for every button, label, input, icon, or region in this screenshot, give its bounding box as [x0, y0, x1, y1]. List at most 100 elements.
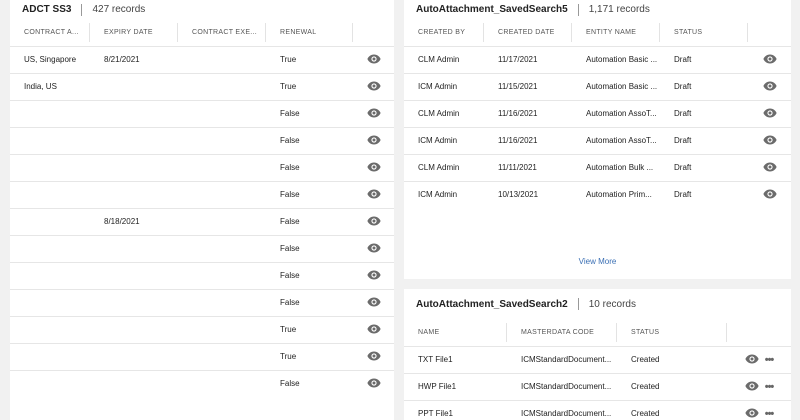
saved-search-panel-autoattachment-2: AutoAttachment_SavedSearch2 10 records N… [404, 289, 791, 420]
table-row[interactable]: False [10, 180, 394, 208]
header-divider [577, 3, 579, 16]
table-cell: PPT File1 [404, 399, 507, 420]
column-header[interactable]: CONTRACT A... [10, 19, 90, 46]
eye-icon[interactable] [745, 381, 759, 393]
eye-icon[interactable] [366, 108, 381, 120]
table-row[interactable]: False [10, 99, 394, 127]
more-horizontal-icon[interactable]: ••• [765, 354, 775, 366]
eye-icon[interactable] [762, 108, 777, 120]
table-cell [178, 99, 266, 127]
table-row[interactable]: ICM Admin 11/15/2021 Automation Basic ... D… [404, 72, 791, 100]
table-cell: False [266, 99, 353, 127]
table-row[interactable]: True [10, 315, 394, 343]
eye-icon[interactable] [366, 216, 381, 228]
table-cell [10, 342, 90, 370]
eye-icon[interactable] [366, 162, 381, 174]
table-cell: CLM Admin [404, 99, 484, 127]
table-row[interactable]: CLM Admin 11/11/2021 Automation Bulk ... Dr… [404, 153, 791, 181]
row-actions [353, 234, 394, 262]
table-cell: Automation Bulk ... [572, 153, 660, 181]
column-header[interactable]: STATUS [660, 19, 748, 46]
table-cell: India, US [10, 72, 90, 100]
column-header-label: STATUS [674, 28, 703, 36]
column-header[interactable]: RENEWAL [266, 19, 353, 46]
column-header[interactable]: CONTRACT EXE... [178, 19, 266, 46]
table-row[interactable]: CLM Admin 11/17/2021 Automation Basic ... D… [404, 45, 791, 73]
table-row[interactable]: False [10, 261, 394, 289]
table-cell [10, 153, 90, 181]
eye-icon[interactable] [366, 135, 381, 147]
eye-icon[interactable] [366, 81, 381, 93]
column-header[interactable]: MASTERDATA CODE [507, 319, 617, 346]
column-header[interactable]: CREATED BY [404, 19, 484, 46]
table-cell [90, 153, 178, 181]
column-header[interactable]: ENTITY NAME [572, 19, 660, 46]
eye-icon[interactable] [366, 297, 381, 309]
table-row[interactable]: False [10, 288, 394, 316]
table-cell [178, 315, 266, 343]
table-cell: 11/16/2021 [484, 126, 572, 154]
row-actions [353, 342, 394, 370]
eye-icon[interactable] [366, 54, 381, 66]
eye-icon[interactable] [745, 408, 759, 420]
table-row[interactable]: ICM Admin 10/13/2021 Automation Prim... Dra… [404, 180, 791, 208]
table-cell [178, 45, 266, 73]
table-row[interactable]: False [10, 126, 394, 154]
table-row[interactable]: PPT File1 ICMStandardDocument... Created ••… [404, 399, 791, 420]
panel-title[interactable]: AutoAttachment_SavedSearch2 [416, 299, 568, 310]
table-cell [10, 234, 90, 262]
column-header[interactable]: CREATED DATE [484, 19, 572, 46]
eye-icon[interactable] [366, 351, 381, 363]
row-actions [353, 369, 394, 397]
table-row[interactable]: CLM Admin 11/16/2021 Automation AssoT... Dr… [404, 99, 791, 127]
more-horizontal-icon[interactable]: ••• [765, 381, 775, 393]
eye-icon[interactable] [366, 189, 381, 201]
table-cell: 11/15/2021 [484, 72, 572, 100]
row-actions: ••• [727, 372, 791, 400]
row-actions [748, 99, 791, 127]
table-cell: ICM Admin [404, 72, 484, 100]
table-row[interactable]: India, US True [10, 72, 394, 100]
eye-icon[interactable] [366, 243, 381, 255]
more-horizontal-icon[interactable]: ••• [765, 408, 775, 420]
table-row[interactable]: False [10, 234, 394, 262]
column-header[interactable]: NAME [404, 319, 507, 346]
table-cell: True [266, 72, 353, 100]
eye-icon[interactable] [762, 135, 777, 147]
saved-search-panel-adct-ss3: ADCT SS3 427 records CONTRACT A... EXPIRY… [10, 0, 394, 420]
table-cell [178, 261, 266, 289]
table-row[interactable]: True [10, 342, 394, 370]
table-row[interactable]: US, Singapore 8/21/2021 True [10, 45, 394, 73]
eye-icon[interactable] [762, 162, 777, 174]
eye-icon[interactable] [366, 378, 381, 390]
table-row[interactable]: ICM Admin 11/16/2021 Automation AssoT... Dr… [404, 126, 791, 154]
table-row[interactable]: 8/18/2021 False [10, 207, 394, 235]
eye-icon[interactable] [762, 54, 777, 66]
column-header[interactable]: STATUS [617, 319, 727, 346]
row-actions [353, 207, 394, 235]
table-cell: HWP File1 [404, 372, 507, 400]
table-cell: Draft [660, 180, 748, 208]
table-cell: ICMStandardDocument... [507, 372, 617, 400]
eye-icon[interactable] [762, 81, 777, 93]
table-cell: True [266, 342, 353, 370]
eye-icon[interactable] [366, 270, 381, 282]
eye-icon[interactable] [762, 189, 777, 201]
row-actions [353, 45, 394, 73]
table-row[interactable]: HWP File1 ICMStandardDocument... Created ••… [404, 372, 791, 400]
records-table: CREATED BY CREATED DATE ENTITY NAME STATUS … [404, 19, 791, 208]
table-cell [90, 234, 178, 262]
panel-title[interactable]: AutoAttachment_SavedSearch5 [416, 4, 568, 15]
eye-icon[interactable] [745, 354, 759, 366]
view-more-link[interactable]: View More [404, 257, 791, 266]
header-divider [81, 3, 83, 16]
table-cell [178, 342, 266, 370]
table-row[interactable]: False [10, 153, 394, 181]
table-row[interactable]: False [10, 369, 394, 397]
table-cell: 10/13/2021 [484, 180, 572, 208]
panel-title[interactable]: ADCT SS3 [22, 4, 71, 15]
table-cell [10, 369, 90, 397]
eye-icon[interactable] [366, 324, 381, 336]
column-header[interactable]: EXPIRY DATE [90, 19, 178, 46]
table-row[interactable]: TXT File1 ICMStandardDocument... Created ••… [404, 345, 791, 373]
